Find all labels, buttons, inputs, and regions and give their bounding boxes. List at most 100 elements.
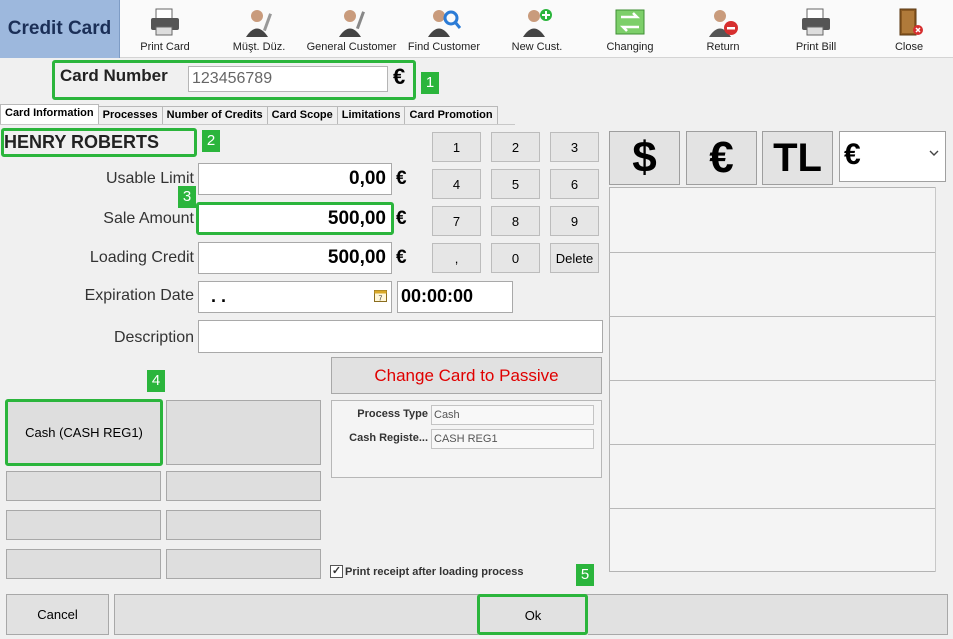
payment-button[interactable] — [166, 400, 321, 465]
currency-euro-button[interactable]: € — [686, 131, 757, 185]
payment-button[interactable] — [166, 471, 321, 501]
expiration-date-input[interactable]: . . — [198, 281, 392, 313]
exit-door-icon — [899, 8, 923, 36]
grid-row-divider — [609, 252, 937, 253]
tab-processes[interactable]: Processes — [97, 106, 163, 124]
grid-row-divider — [609, 380, 937, 381]
grid-row-divider — [609, 444, 937, 445]
loading-credit-label: Loading Credit — [89, 249, 194, 266]
find-customer-button[interactable]: Find Customer — [405, 0, 483, 58]
tab-number-of-credits[interactable]: Number of Credits — [161, 106, 268, 124]
annotation-badge: 2 — [202, 130, 220, 152]
process-type-value: Cash — [431, 405, 594, 425]
keypad-4[interactable]: 4 — [432, 169, 481, 199]
keypad-3[interactable]: 3 — [550, 132, 599, 162]
keypad-1[interactable]: 1 — [432, 132, 481, 162]
description-input[interactable] — [198, 320, 603, 353]
annotation-badge: 5 — [576, 564, 594, 586]
keypad-5[interactable]: 5 — [491, 169, 540, 199]
expiration-time-input[interactable]: 00:00:00 — [397, 281, 513, 313]
tab-divider — [0, 124, 515, 125]
customer-name: HENRY ROBERTS — [4, 132, 160, 152]
toolbar-label: Close — [894, 41, 924, 53]
annotation-badge: 3 — [178, 186, 196, 208]
loading-credit-value: 500,00 — [198, 242, 392, 274]
return-button[interactable]: Return — [696, 0, 750, 58]
add-customer-icon — [523, 9, 552, 37]
keypad-6[interactable]: 6 — [550, 169, 599, 199]
tab-card-information[interactable]: Card Information — [0, 104, 99, 124]
expiration-date-label: Expiration Date — [84, 287, 194, 304]
print-receipt-option[interactable]: ✓ Print receipt after loading process — [330, 565, 524, 578]
keypad-delete[interactable]: Delete — [550, 243, 599, 273]
tab-card-scope[interactable]: Card Scope — [266, 106, 338, 124]
cancel-button[interactable]: Cancel — [6, 594, 109, 635]
pay-cash-highlight — [5, 399, 163, 466]
new-customer-button[interactable]: New Cust. — [505, 0, 569, 58]
toolbar-label: Find Customer — [407, 41, 481, 53]
change-card-passive-button[interactable]: Change Card to Passive — [331, 357, 602, 394]
edit-customer-button[interactable]: Müşt. Düz. — [224, 0, 294, 58]
tab-bar: Card Information Processes Number of Cre… — [0, 104, 498, 124]
changing-button[interactable]: Changing — [600, 0, 660, 58]
toolbar-label: Print Card — [140, 41, 190, 53]
card-number-input[interactable] — [188, 66, 388, 92]
print-card-button[interactable]: Print Card — [132, 0, 198, 58]
printer-icon — [151, 8, 179, 36]
payment-button[interactable] — [6, 549, 161, 579]
ok-button-highlight — [477, 594, 588, 635]
description-label: Description — [113, 329, 194, 346]
tab-limitations[interactable]: Limitations — [336, 106, 406, 124]
expiration-date-value: . . — [211, 286, 227, 306]
calendar-icon[interactable]: 7 — [374, 289, 387, 302]
keypad-9[interactable]: 9 — [550, 206, 599, 236]
toolbar-label: Müşt. Düz. — [232, 41, 286, 53]
cash-register-label: Cash Registe... — [349, 432, 428, 444]
print-receipt-label: Print receipt after loading process — [345, 565, 524, 578]
keypad-7[interactable]: 7 — [432, 206, 481, 236]
payment-button[interactable] — [166, 549, 321, 579]
toolbar-label: Changing — [606, 41, 654, 53]
annotation-badge: 4 — [147, 370, 165, 392]
toolbar-label: New Cust. — [511, 41, 563, 53]
usable-limit-label: Usable Limit — [105, 170, 194, 187]
keypad-8[interactable]: 8 — [491, 206, 540, 236]
exchange-icon — [615, 9, 645, 35]
svg-text:7: 7 — [379, 296, 383, 303]
print-receipt-checkbox[interactable]: ✓ — [330, 565, 343, 578]
loading-credit-currency: € — [396, 247, 407, 268]
card-currency-symbol: € — [393, 64, 406, 89]
keypad-2[interactable]: 2 — [491, 132, 540, 162]
sale-amount-currency: € — [396, 208, 407, 229]
find-customer-icon — [428, 10, 461, 37]
payment-button[interactable] — [166, 510, 321, 540]
usable-limit-value: 0,00 — [198, 163, 392, 195]
card-number-label: Card Number — [60, 66, 168, 85]
currency-tl-button[interactable]: TL — [762, 131, 833, 185]
general-customer-button[interactable]: General Customer — [303, 0, 400, 58]
process-type-label: Process Type — [357, 408, 428, 420]
payment-button[interactable] — [6, 510, 161, 540]
close-button[interactable]: Close — [885, 0, 933, 58]
app-title: Credit Card — [0, 0, 120, 58]
cash-register-value: CASH REG1 — [431, 429, 594, 449]
grid-scrollbar[interactable] — [935, 187, 953, 572]
edit-customer-icon — [246, 10, 272, 37]
currency-select[interactable]: € — [839, 131, 946, 182]
return-icon — [709, 10, 738, 37]
currency-dollar-button[interactable]: $ — [609, 131, 680, 185]
tab-card-promotion[interactable]: Card Promotion — [404, 106, 498, 124]
toolbar-label: General Customer — [306, 41, 397, 53]
sale-amount-highlight — [196, 202, 394, 235]
payment-button[interactable] — [6, 471, 161, 501]
toolbar-label: Print Bill — [795, 41, 837, 53]
grid-row-divider — [609, 316, 937, 317]
sale-amount-label: Sale Amount — [103, 210, 194, 227]
keypad-comma[interactable]: , — [432, 243, 481, 273]
toolbar-label: Return — [706, 41, 740, 53]
print-bill-icon — [802, 8, 830, 36]
print-bill-button[interactable]: Print Bill — [788, 0, 844, 58]
usable-limit-currency: € — [396, 168, 407, 189]
keypad-0[interactable]: 0 — [491, 243, 540, 273]
grid-row-divider — [609, 508, 937, 509]
